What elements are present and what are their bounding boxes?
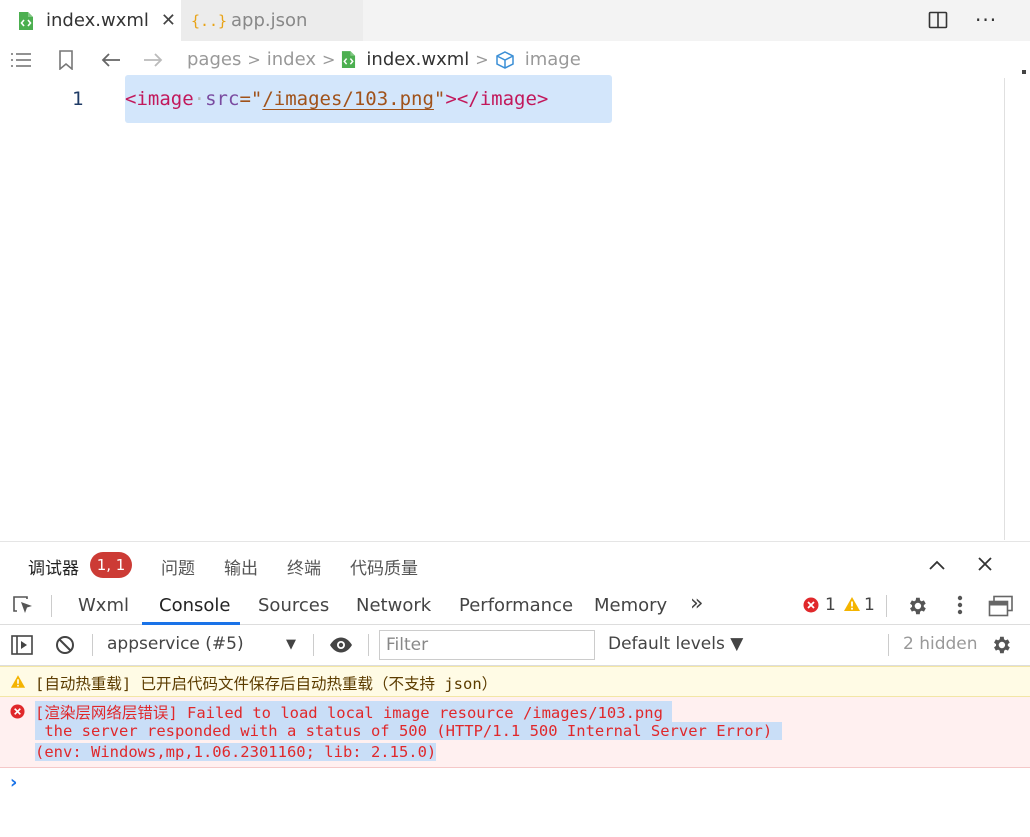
error-icon[interactable] bbox=[803, 597, 819, 618]
breadcrumb-item-index[interactable]: index bbox=[267, 49, 316, 70]
tab-terminal[interactable]: 终端 bbox=[287, 554, 321, 579]
devtools-toolbar: Wxml Console Sources Network Performance… bbox=[0, 587, 1030, 625]
warning-icon bbox=[10, 674, 26, 693]
dock-icon[interactable] bbox=[988, 595, 1014, 622]
editor-tab-bar: index.wxml ✕ {..} app.json ··· bbox=[0, 0, 1030, 41]
code-attr: src bbox=[205, 88, 240, 110]
warning-count[interactable]: 1 bbox=[864, 595, 875, 615]
tab-sources[interactable]: Sources bbox=[258, 595, 329, 616]
close-icon[interactable] bbox=[977, 556, 993, 577]
breadcrumb-item-file[interactable]: index.wxml bbox=[366, 49, 469, 70]
gear-icon[interactable] bbox=[990, 634, 1012, 661]
outline-list-icon[interactable] bbox=[10, 51, 32, 69]
error-message-line-2: the server responded with a status of 50… bbox=[35, 722, 782, 740]
line-number: 1 bbox=[72, 88, 84, 110]
wxml-file-icon bbox=[341, 50, 356, 69]
split-editor-icon[interactable] bbox=[928, 8, 948, 32]
code-eq-quote: =" bbox=[239, 88, 263, 110]
warning-message: [自动热重载] 已开启代码文件保存后自动热重载（不支持 json） bbox=[35, 675, 498, 693]
divider bbox=[51, 595, 52, 617]
warning-icon[interactable] bbox=[843, 596, 861, 617]
divider bbox=[888, 634, 889, 656]
chevron-up-icon[interactable] bbox=[928, 556, 946, 576]
tab-performance[interactable]: Performance bbox=[459, 595, 573, 616]
error-message-line-1: [渲染层网络层错误] Failed to load local image re… bbox=[35, 701, 673, 723]
element-cube-icon bbox=[495, 50, 515, 69]
gear-icon[interactable] bbox=[906, 595, 928, 622]
error-count[interactable]: 1 bbox=[825, 595, 836, 615]
error-message-line-3: (env: Windows,mp,1.06.2301160; lib: 2.15… bbox=[35, 743, 437, 761]
close-icon[interactable]: ✕ bbox=[161, 10, 176, 31]
breadcrumb-separator: > bbox=[247, 50, 261, 69]
tab-wxml[interactable]: Wxml bbox=[78, 595, 129, 616]
breadcrumb-item-pages[interactable]: pages bbox=[187, 49, 241, 70]
minimap-marker bbox=[1022, 70, 1026, 74]
status-badge: 1, 1 bbox=[90, 552, 132, 578]
inspect-element-icon[interactable] bbox=[13, 596, 35, 621]
divider bbox=[368, 634, 369, 656]
code-lt: < bbox=[125, 88, 137, 110]
clear-console-icon[interactable] bbox=[55, 635, 75, 660]
code-final-gt: > bbox=[536, 88, 549, 110]
code-gt-lt: ></ bbox=[445, 88, 480, 110]
code-src-value[interactable]: /images/103.png bbox=[262, 88, 434, 110]
console-warning-row[interactable]: [自动热重载] 已开启代码文件保存后自动热重载（不支持 json） bbox=[0, 666, 1030, 697]
tab-network[interactable]: Network bbox=[356, 595, 431, 616]
tab-console[interactable]: Console bbox=[159, 595, 230, 616]
divider bbox=[92, 634, 93, 656]
tab-code-quality[interactable]: 代码质量 bbox=[350, 554, 418, 579]
divider bbox=[313, 634, 314, 656]
error-icon bbox=[10, 704, 25, 723]
breadcrumb-item-image[interactable]: image bbox=[525, 49, 581, 70]
tab-index-wxml[interactable]: index.wxml ✕ bbox=[0, 0, 181, 41]
breadcrumb-separator: > bbox=[322, 50, 336, 69]
code-close-tag: image bbox=[479, 88, 537, 110]
breadcrumb-separator: > bbox=[475, 50, 489, 69]
tab-problems[interactable]: 问题 bbox=[161, 554, 195, 579]
divider bbox=[886, 595, 887, 617]
tab-label: index.wxml bbox=[46, 10, 149, 31]
log-levels-dropdown[interactable]: Default levels ▼ bbox=[608, 634, 743, 654]
tab-output[interactable]: 输出 bbox=[224, 554, 258, 579]
breadcrumb: pages > index > index.wxml > image bbox=[0, 41, 1024, 78]
wxml-file-icon bbox=[16, 11, 36, 31]
more-actions-icon[interactable]: ··· bbox=[975, 8, 997, 32]
bottom-panel-tabs: 调试器 1, 1 问题 输出 终端 代码质量 bbox=[0, 541, 1030, 587]
forward-arrow-icon[interactable] bbox=[143, 52, 163, 68]
console-toolbar: appservice (#5) ▼ Default levels ▼ 2 hid… bbox=[0, 625, 1030, 666]
more-tabs-icon[interactable]: » bbox=[690, 591, 703, 616]
code-editor[interactable]: 1 <image·src="/images/103.png"></image> bbox=[0, 75, 1004, 540]
tab-debugger[interactable]: 调试器 bbox=[28, 554, 79, 579]
console-error-row[interactable]: [渲染层网络层错误] Failed to load local image re… bbox=[0, 697, 1030, 768]
console-prompt-icon[interactable]: › bbox=[10, 772, 17, 793]
tab-app-json[interactable]: {..} app.json bbox=[181, 0, 363, 41]
kebab-menu-icon[interactable] bbox=[957, 593, 963, 617]
filter-input[interactable] bbox=[379, 630, 595, 660]
tab-memory[interactable]: Memory bbox=[594, 595, 667, 616]
sidebar-toggle-icon[interactable] bbox=[11, 635, 33, 660]
code-close-quote: " bbox=[433, 88, 446, 110]
editor-scrollbar[interactable] bbox=[1004, 78, 1005, 540]
whitespace-marker: · bbox=[193, 88, 206, 110]
code-open-tag: image bbox=[136, 88, 194, 110]
code-line-selected[interactable]: <image·src="/images/103.png"></image> bbox=[125, 75, 612, 123]
json-file-icon: {..} bbox=[190, 11, 228, 30]
back-arrow-icon[interactable] bbox=[101, 52, 121, 68]
hidden-count[interactable]: 2 hidden bbox=[903, 634, 978, 654]
context-select[interactable]: appservice (#5) bbox=[107, 634, 244, 654]
eye-icon[interactable] bbox=[329, 636, 353, 659]
tab-label: app.json bbox=[231, 10, 308, 31]
chevron-down-icon[interactable]: ▼ bbox=[286, 637, 296, 652]
bookmark-icon[interactable] bbox=[58, 49, 74, 70]
